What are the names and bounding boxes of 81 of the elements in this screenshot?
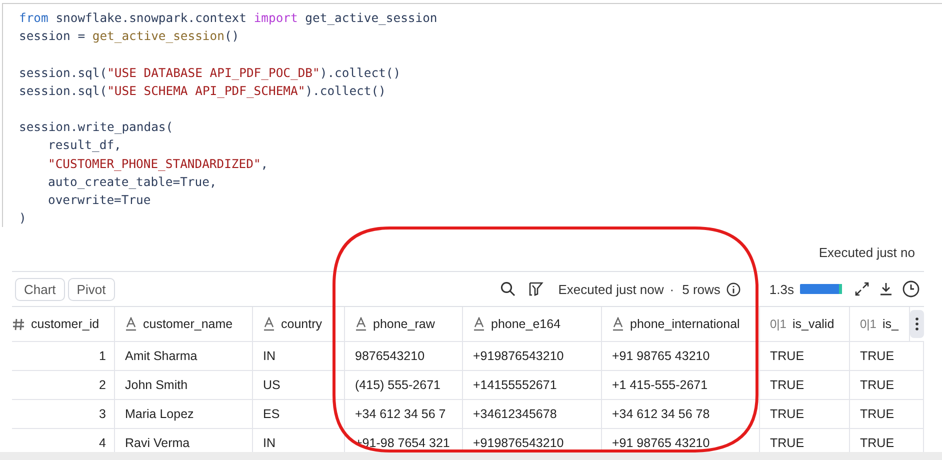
download-icon[interactable] <box>878 281 894 297</box>
table-cell: US <box>263 378 280 392</box>
duration-text: 1.3s <box>769 282 794 296</box>
table-cell: TRUE <box>770 378 804 392</box>
boolean-type-icon: 0|1 <box>860 317 876 331</box>
table-cell: +34 612 34 56 7 <box>355 407 446 421</box>
table-cell: TRUE <box>860 436 894 450</box>
table-cell: Amit Sharma <box>125 349 198 363</box>
column-header[interactable]: customer_id <box>12 307 115 341</box>
table-cell: 1 <box>99 349 106 363</box>
text-type-icon <box>473 317 485 331</box>
column-header[interactable]: phone_raw <box>345 307 463 341</box>
table-cell: +919876543210 <box>473 349 564 363</box>
execution-status: Executed just no <box>818 245 915 261</box>
table-cell: 2 <box>99 378 106 392</box>
table-cell: +14155552671 <box>473 378 557 392</box>
code-line: ) <box>19 211 26 226</box>
column-name: country <box>281 317 322 331</box>
table-cell: +91 98765 43210 <box>612 436 710 450</box>
code-line: session.sql("USE DATABASE API_PDF_POC_DB").collect() <box>19 66 401 80</box>
table-cell: TRUE <box>860 407 894 421</box>
table-cell: +34 612 34 56 78 <box>612 407 710 421</box>
table-cell: 4 <box>99 436 106 450</box>
code-line: result_df, <box>48 138 122 152</box>
text-type-icon <box>612 317 624 331</box>
table-cell: IN <box>263 349 276 363</box>
table-cell: IN <box>263 436 276 450</box>
column-header[interactable]: phone_international <box>602 307 760 341</box>
text-type-icon <box>125 317 137 331</box>
view-button[interactable]: Pivot <box>68 278 115 300</box>
column-header[interactable]: 0|1 is_valid <box>760 307 850 341</box>
column-name: phone_raw <box>373 317 435 331</box>
view-button[interactable]: Chart <box>15 278 65 300</box>
code-line: overwrite=True <box>48 192 151 207</box>
scrollbar[interactable] <box>0 452 942 460</box>
table-cell: John Smith <box>125 378 188 392</box>
search-icon[interactable] <box>500 281 516 297</box>
table-cell: 3 <box>99 407 106 421</box>
filter-icon[interactable] <box>528 281 544 297</box>
expand-icon[interactable] <box>854 281 870 297</box>
code-line: session.write_pandas( <box>19 120 174 134</box>
code-line: auto_create_table=True, <box>48 174 217 189</box>
column-name: phone_e164 <box>491 317 561 331</box>
table-cell: TRUE <box>860 378 894 392</box>
separator-dot: · <box>670 282 674 296</box>
column-name: is_valid <box>792 317 834 331</box>
table-cell: TRUE <box>770 436 804 450</box>
clock-icon[interactable] <box>902 280 920 298</box>
execution-status: Executed just now <box>558 282 664 296</box>
table-cell: 9876543210 <box>355 349 425 363</box>
code-editor[interactable] <box>2 3 942 227</box>
column-name: phone_international <box>630 317 740 331</box>
table-cell: +1 415-555-2671 <box>612 378 708 392</box>
text-type-icon <box>355 317 367 331</box>
row-count: 5 rows <box>682 282 720 296</box>
table-cell: Ravi Verma <box>125 436 190 450</box>
column-name: customer_name <box>143 317 233 331</box>
table-cell: ES <box>263 407 280 421</box>
code-line: "CUSTOMER_PHONE_STANDARDIZED", <box>48 156 268 170</box>
column-header[interactable]: customer_name <box>115 307 253 341</box>
table-cell: TRUE <box>860 349 894 363</box>
code-line: from snowflake.snowpark.context import get_active_session <box>19 11 438 25</box>
table-cell: (415) 555-2671 <box>355 378 440 392</box>
table-cell: Maria Lopez <box>125 407 194 421</box>
table-cell: TRUE <box>770 349 804 363</box>
column-name: customer_id <box>31 317 100 331</box>
text-type-icon <box>263 317 275 331</box>
code-line: session = get_active_session() <box>19 29 240 44</box>
column-name: is_ <box>882 317 898 331</box>
info-icon[interactable] <box>726 282 742 296</box>
boolean-type-icon: 0|1 <box>770 317 786 331</box>
table-cell: TRUE <box>770 407 804 421</box>
number-type-icon <box>12 318 25 330</box>
timing-bar-icon <box>800 284 842 294</box>
table-cell: +91 98765 43210 <box>612 349 710 363</box>
code-line: session.sql("USE SCHEMA API_PDF_SCHEMA").collect() <box>19 84 386 98</box>
table-cell: +34612345678 <box>473 407 557 421</box>
more-icon[interactable] <box>910 310 924 338</box>
table-cell: +919876543210 <box>473 436 564 450</box>
column-header[interactable]: country <box>253 307 345 341</box>
column-header[interactable]: phone_e164 <box>463 307 602 341</box>
